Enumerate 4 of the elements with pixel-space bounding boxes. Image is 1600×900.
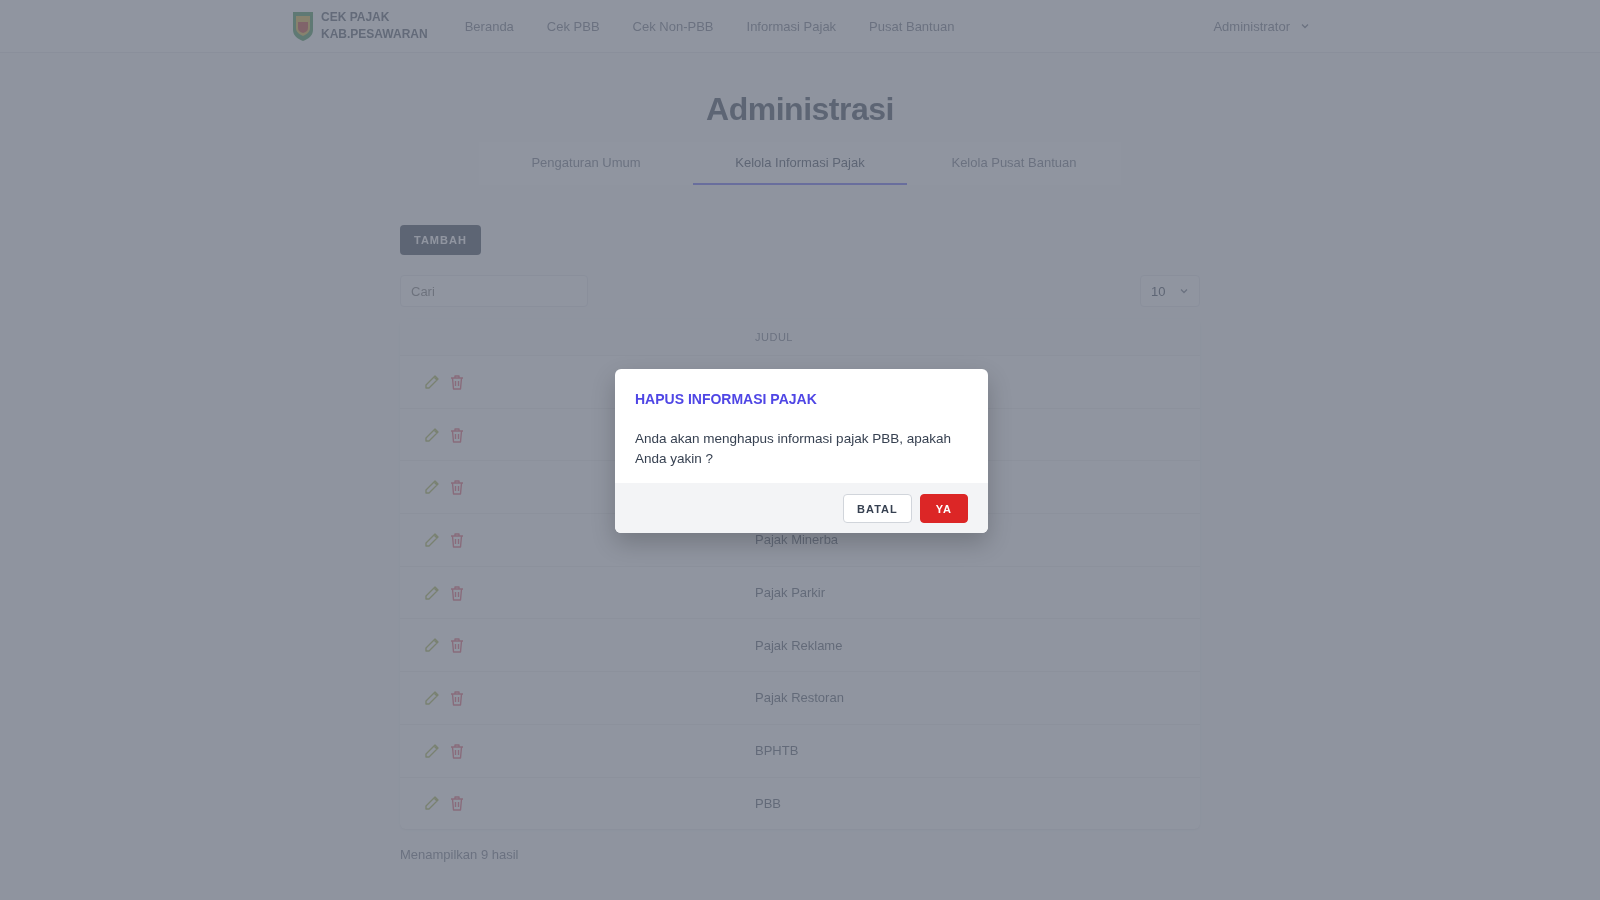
- cancel-button[interactable]: BATAL: [843, 494, 912, 523]
- confirm-button[interactable]: YA: [919, 494, 968, 523]
- dialog-title: HAPUS INFORMASI PAJAK: [635, 391, 818, 407]
- dialog-message: Anda akan menghapus informasi pajak PBB, apakah Anda yakin ?: [635, 430, 952, 468]
